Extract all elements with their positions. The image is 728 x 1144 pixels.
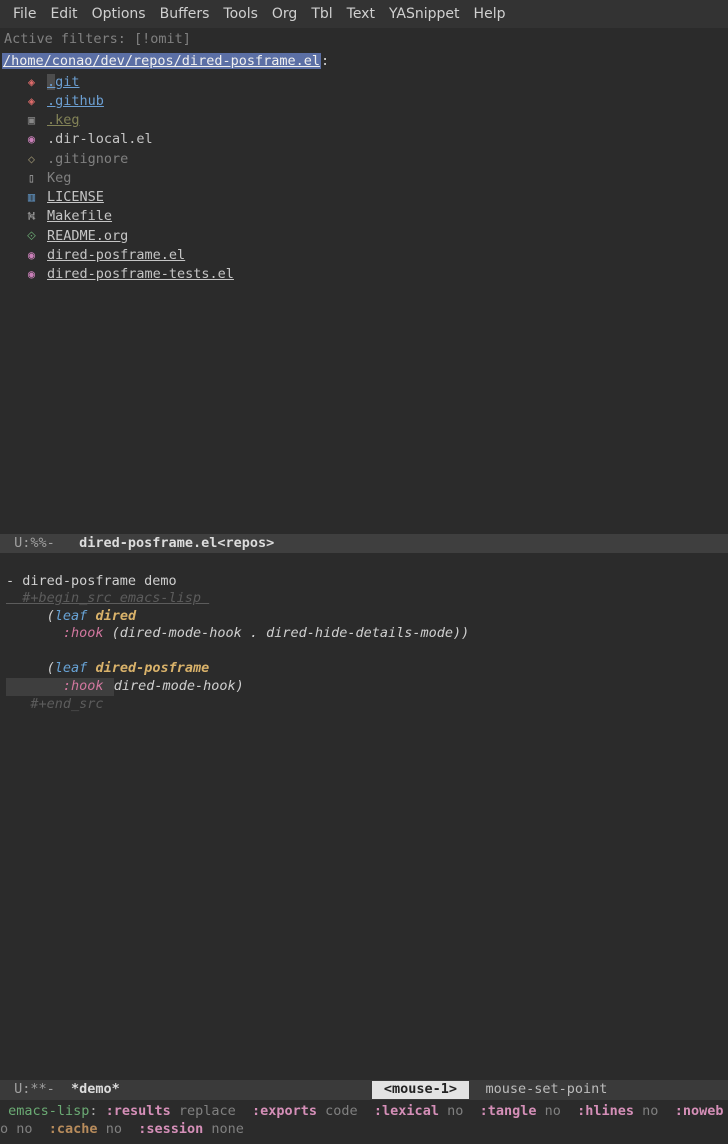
file-name[interactable]: dired-posframe.el: [47, 246, 185, 264]
file-row[interactable]: ◉ .dir-local.el: [24, 130, 728, 149]
org-end-src: #+end_src: [6, 696, 104, 712]
path-colon: :: [321, 53, 329, 69]
modeline-status-2: U:**-: [6, 1081, 71, 1099]
file-name[interactable]: Keg: [47, 169, 71, 187]
demo-panel: - dired-posframe demo #+begin_src emacs-…: [0, 553, 728, 732]
modeline-buffer-name: dired-posframe.el<repos>: [79, 535, 274, 553]
file-name[interactable]: .git: [47, 73, 80, 91]
menu-options[interactable]: Options: [85, 5, 153, 23]
active-filters: Active filters: [!omit]: [0, 28, 728, 51]
menu-org[interactable]: Org: [265, 5, 304, 23]
gitf-icon: ◇: [24, 151, 39, 167]
org-begin-src: #+begin_src emacs-lisp: [6, 590, 209, 606]
folder-icon: ▣: [24, 112, 39, 128]
menu-tools[interactable]: Tools: [216, 5, 265, 23]
menu-file[interactable]: File: [6, 5, 43, 23]
file-row[interactable]: ⟐ README.org: [24, 226, 728, 245]
header-args-line-1: emacs-lisp: :results replace :exports co…: [0, 1102, 728, 1122]
menu-edit[interactable]: Edit: [43, 5, 84, 23]
file-row[interactable]: ▣ .keg: [24, 111, 728, 130]
text-icon: ▯: [24, 170, 39, 186]
file-name[interactable]: .dir-local.el: [47, 130, 153, 148]
file-name[interactable]: Makefile: [47, 207, 112, 225]
file-row[interactable]: ◈ .git: [24, 72, 728, 91]
file-name[interactable]: LICENSE: [47, 188, 104, 206]
modeline-demo: U:**- *demo* <mouse-1> mouse-set-point: [0, 1080, 728, 1100]
org-content[interactable]: - dired-posframe demo #+begin_src emacs-…: [0, 553, 728, 732]
file-row[interactable]: ◇ .gitignore: [24, 149, 728, 168]
git-icon: ◈: [24, 74, 39, 90]
mouse-event-label: <mouse-1>: [372, 1081, 469, 1099]
make-icon: ⛕: [24, 208, 39, 224]
menu-yasnippet[interactable]: YASnippet: [382, 5, 467, 23]
menu-help[interactable]: Help: [467, 5, 513, 23]
menu-tbl[interactable]: Tbl: [304, 5, 339, 23]
file-row[interactable]: ◉ dired-posframe.el: [24, 245, 728, 264]
menu-text[interactable]: Text: [340, 5, 382, 23]
file-name[interactable]: dired-posframe-tests.el: [47, 265, 234, 283]
file-row[interactable]: ⛕ Makefile: [24, 207, 728, 226]
file-name[interactable]: .keg: [47, 111, 80, 129]
lisp-icon: ◉: [24, 247, 39, 263]
header-args-line-2: o no :cache no :session none: [0, 1120, 728, 1140]
lisp-icon: ◉: [24, 266, 39, 282]
org-line-1: (leaf dired: [6, 608, 136, 624]
modeline-status: U:%%-: [6, 535, 79, 553]
directory-path: /home/conao/dev/repos/dired-posframe.el:: [0, 51, 728, 73]
file-row[interactable]: ▯ Keg: [24, 168, 728, 187]
org-line-2: :hook (dired-mode-hook . dired-hide-deta…: [6, 625, 469, 641]
menu-bar: File Edit Options Buffers Tools Org Tbl …: [0, 0, 728, 28]
book-icon: ▥: [24, 189, 39, 205]
file-name[interactable]: .gitignore: [47, 150, 128, 168]
path-highlight: /home/conao/dev/repos/dired-posframe.el: [2, 53, 321, 69]
menu-buffers[interactable]: Buffers: [153, 5, 217, 23]
org-line-4: :hook dired-mode-hook): [6, 678, 244, 694]
modeline-buffer-name-2: *demo*: [71, 1081, 120, 1099]
file-row[interactable]: ▥ LICENSE: [24, 188, 728, 207]
modeline-gap: [120, 1081, 372, 1099]
file-name[interactable]: README.org: [47, 227, 128, 245]
lisp-icon: ◉: [24, 131, 39, 147]
file-row[interactable]: ◉ dired-posframe-tests.el: [24, 264, 728, 283]
mouse-command: mouse-set-point: [469, 1081, 607, 1099]
modeline-dired: U:%%- dired-posframe.el<repos>: [0, 534, 728, 554]
file-row[interactable]: ◈ .github: [24, 92, 728, 111]
org-line-3: (leaf dired-posframe: [6, 660, 209, 676]
org-heading: - dired-posframe demo: [6, 573, 177, 589]
dired-panel: Active filters: [!omit] /home/conao/dev/…: [0, 28, 728, 553]
file-listing[interactable]: ◈ .git ◈ .github ▣ .keg ◉ .dir-local.el ◇ .gitign…: [0, 72, 728, 283]
org-icon: ⟐: [24, 228, 39, 244]
file-name[interactable]: .github: [47, 92, 104, 110]
git-icon: ◈: [24, 93, 39, 109]
